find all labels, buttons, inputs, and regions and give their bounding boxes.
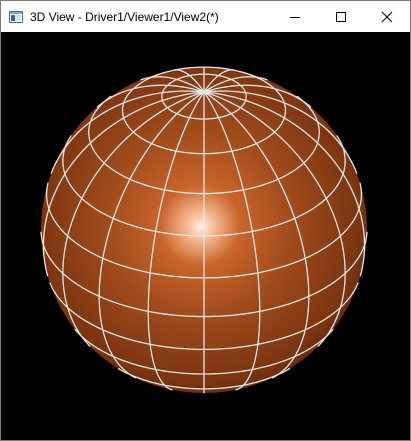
maximize-icon [336, 11, 346, 22]
window-title: 3D View - Driver1/Viewer1/View2(*) [30, 9, 219, 24]
3d-viewport[interactable] [1, 32, 410, 440]
close-icon [381, 11, 393, 22]
window-controls [272, 1, 410, 32]
minimize-icon [290, 16, 300, 18]
maximize-button[interactable] [318, 1, 364, 32]
title-bar[interactable]: 3D View - Driver1/Viewer1/View2(*) [1, 1, 410, 32]
minimize-button[interactable] [272, 1, 318, 32]
app-window-icon [8, 9, 24, 25]
close-button[interactable] [364, 1, 410, 32]
sphere-render [40, 66, 368, 394]
app-window: 3D View - Driver1/Viewer1/View2(*) [0, 0, 411, 441]
